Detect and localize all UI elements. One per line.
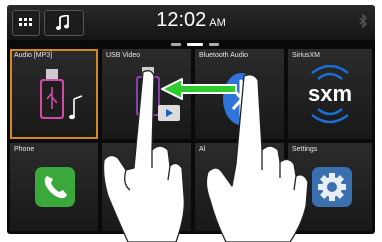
tile-bluetooth-audio[interactable]: Bluetooth Audio — [195, 49, 284, 139]
tile-label: Audio [MP3] — [14, 52, 53, 59]
tile-siriusxm[interactable]: SiriusXM sxm — [288, 49, 372, 139]
tile-phone[interactable]: Phone — [10, 143, 98, 231]
tile-label: Phone — [14, 146, 35, 153]
bluetooth-audio-icon — [223, 73, 259, 125]
tile-label: Bluetooth Audio — [199, 52, 249, 59]
page-indicator-dot — [209, 43, 219, 46]
gear-icon — [312, 167, 352, 207]
device-bezel: 12:02 AM Audio [MP3] USB Video Bluetooth… — [0, 0, 382, 242]
page-indicator-dot — [171, 43, 181, 46]
tile-label: USB Video — [106, 52, 141, 59]
usb-video-icon — [136, 67, 180, 121]
head-unit-screen: 12:02 AM Audio [MP3] USB Video Bluetooth… — [7, 5, 375, 234]
bluetooth-icon — [359, 14, 367, 28]
tile-label: Settings — [292, 146, 318, 153]
tile-label: Al — [199, 146, 206, 153]
page-indicator-active — [187, 43, 203, 46]
tile-audio-mp3[interactable]: Audio [MP3] — [10, 49, 98, 139]
tile-al[interactable]: Al — [195, 143, 284, 231]
clock-time: 12:02 — [156, 9, 207, 31]
usb-music-icon — [40, 69, 83, 120]
tile-settings[interactable]: Settings — [288, 143, 372, 231]
clock: 12:02 AM — [7, 9, 375, 32]
tile-usb-video[interactable]: USB Video — [102, 49, 191, 139]
clock-ampm: AM — [209, 17, 226, 29]
tile-blank[interactable] — [102, 143, 191, 231]
sxm-logo: sxm — [308, 65, 352, 124]
tile-label: SiriusXM — [292, 52, 321, 59]
phone-icon — [35, 167, 75, 207]
sxm-logo-text: sxm — [308, 81, 352, 106]
status-bar: 12:02 AM — [7, 5, 375, 40]
